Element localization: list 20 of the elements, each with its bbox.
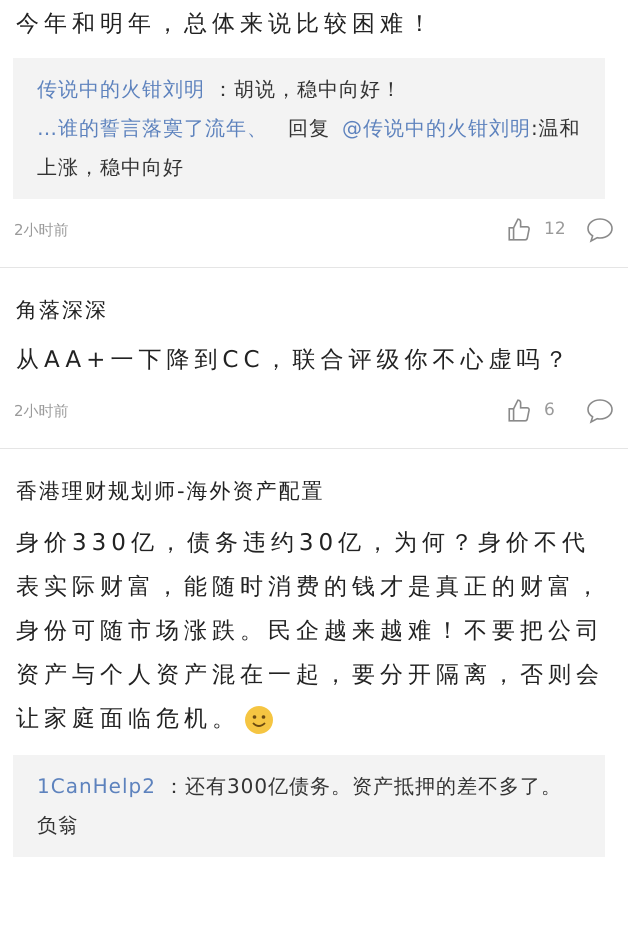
reply-author-link[interactable]: 1CanHelp2 [37,774,156,798]
reply-author-link[interactable]: …谁的誓言落寞了流年、 [37,116,268,140]
smiley-icon [244,704,274,735]
comment-icon[interactable] [586,398,614,424]
reply-author-link[interactable]: 传说中的火钳刘明 [37,77,205,101]
comment-text: 从AA+一下降到CC，联合评级你不心虚吗？ [15,346,574,375]
like-count: 12 [544,218,567,242]
like-count: 6 [544,399,556,422]
thumbs-up-icon[interactable] [506,217,532,243]
timestamp: 2小时前 [14,400,70,422]
reply-text: 1CanHelp2 ：还有300亿债务。资产抵押的差不多了。负翁 [37,773,564,839]
timestamp: 2小时前 [14,220,70,241]
comment-author[interactable]: 香港理财规划师-海外资产配置 [0,473,628,509]
reply-text: 传说中的火钳刘明 ：胡说，稳中向好！ [37,76,403,103]
comment-icon[interactable] [586,217,614,243]
comment-text: 身价330亿，债务违约30亿，为何？身价不代表实际财富，能随时消费的钱才是真正的财富，身份可随市场涨跌。民企越来越难！不要把公司资产与个人资产混在一起，要分开隔离，否则会让家庭面临危机。 [0,521,628,741]
thumbs-up-icon[interactable] [506,398,532,424]
comment-text: 今年和明年，总体来说比较困难！ [15,10,437,39]
reply-text: …谁的誓言落寞了流年、 回复 @传说中的火钳刘明:温和上涨，稳中向好 [37,115,581,181]
comment-author[interactable]: 角落深深 [0,292,628,328]
